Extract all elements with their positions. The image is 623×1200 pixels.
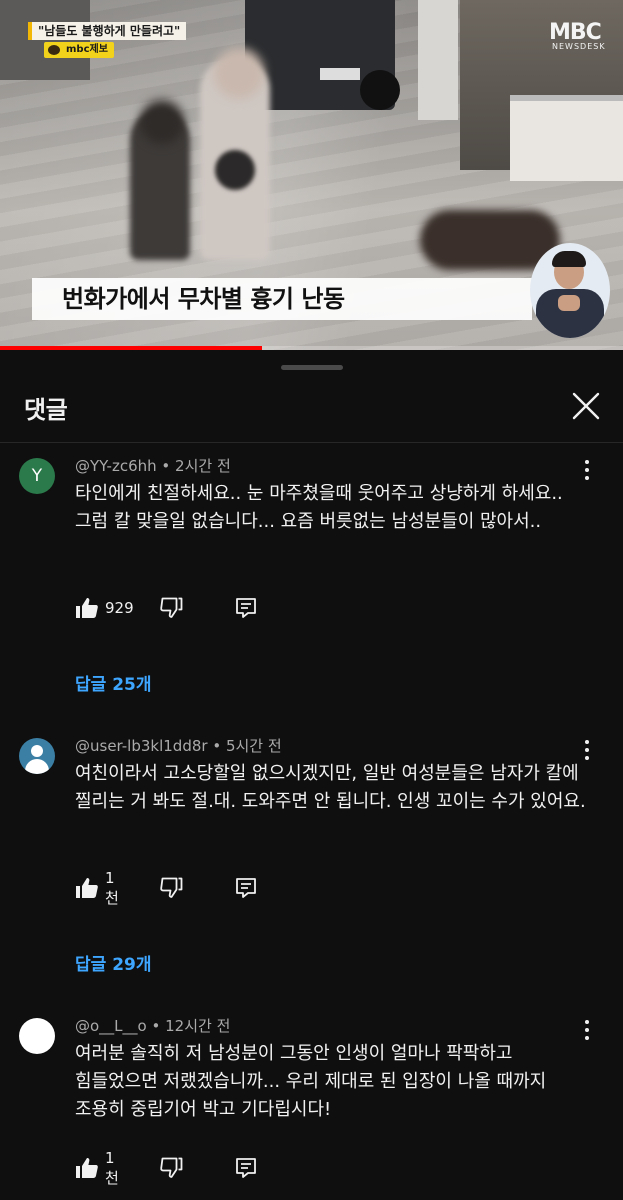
replies-link[interactable]: 답글 25개 (75, 670, 152, 695)
comment-author[interactable]: @user-lb3kl1dd8r (75, 737, 208, 755)
sign-language-interpreter (530, 243, 610, 338)
thumbs-down-icon (159, 877, 183, 899)
tip-badge: mbc제보 (44, 42, 114, 58)
default-avatar-body (25, 759, 49, 774)
dislike-button[interactable] (159, 596, 183, 620)
video-scene-building (0, 0, 90, 80)
like-button[interactable]: 1천 (75, 869, 119, 907)
comment-meta: @YY-zc6hh • 2시간 전 (75, 455, 231, 476)
reply-comment-icon[interactable] (235, 596, 257, 620)
drag-handle[interactable] (281, 365, 343, 370)
like-count: 929 (105, 599, 134, 617)
comment-text: 여친이라서 고소당할일 없으시겠지만, 일반 여성분들은 남자가 칼에 찔리는 … (75, 763, 586, 812)
thumbs-down-icon (159, 597, 183, 619)
signer-hair (552, 251, 586, 267)
video-scene-bag (215, 150, 255, 190)
video-scene-pole (418, 0, 458, 120)
mbc-logo-sub: NEWSDESK (552, 42, 606, 51)
like-button[interactable]: 929 (75, 596, 134, 620)
video-player[interactable]: "남들도 불행하게 만들려고" mbc제보 MBC NEWSDESK 번화가에서… (0, 0, 623, 350)
comment-author[interactable]: @YY-zc6hh (75, 457, 157, 475)
meta-separator: • (207, 737, 226, 755)
video-scene-blur (140, 100, 184, 144)
comment-time: 2시간 전 (175, 457, 231, 475)
close-icon[interactable] (568, 388, 604, 424)
comment-meta: @o__L__o • 12시간 전 (75, 1015, 230, 1036)
reply-comment-icon[interactable] (235, 876, 257, 900)
reply-comment-icon[interactable] (235, 1156, 257, 1180)
video-caption-top: "남들도 불행하게 만들려고" (28, 22, 187, 40)
meta-separator: • (146, 1017, 166, 1035)
avatar[interactable]: Y (19, 458, 55, 494)
avatar[interactable] (19, 1018, 55, 1054)
sheet-divider (0, 442, 623, 443)
chat-bubble-icon (48, 45, 60, 55)
like-count: 1천 (105, 1148, 119, 1187)
thumbs-up-icon (75, 877, 99, 899)
like-button[interactable]: 1천 (75, 1149, 119, 1187)
video-scene-blur (214, 48, 264, 98)
avatar[interactable] (19, 738, 55, 774)
comment-author[interactable]: @o__L__o (75, 1017, 147, 1035)
comments-sheet: 댓글 Y @YY-zc6hh • 2시간 전 타인에게 친절하세요.. 눈 마주… (0, 350, 623, 1200)
dislike-button[interactable] (159, 1156, 183, 1180)
thumbs-up-icon (75, 1157, 99, 1179)
thumbs-up-icon (75, 597, 99, 619)
meta-separator: • (156, 457, 176, 475)
signer-hand (558, 295, 580, 311)
like-count: 1천 (105, 868, 119, 907)
thumbs-down-icon (159, 1157, 183, 1179)
video-scene-wheel (360, 70, 400, 110)
tip-badge-label: mbc제보 (66, 44, 108, 55)
default-avatar-head (31, 745, 43, 757)
comment-text: 타인에게 친절하세요.. 눈 마주쳤을때 웃어주고 상냥하게 하세요.. 그럼 … (75, 483, 563, 532)
video-scene-plate (320, 68, 360, 80)
video-headline: 번화가에서 무차별 흉기 난동 (32, 278, 532, 320)
replies-link[interactable]: 답글 29개 (75, 950, 152, 975)
video-scene-fridge (510, 95, 623, 181)
comment-time: 5시간 전 (225, 737, 282, 755)
comment-time: 12시간 전 (165, 1017, 231, 1035)
sheet-title: 댓글 (24, 396, 68, 424)
dislike-button[interactable] (159, 876, 183, 900)
comment-meta: @user-lb3kl1dd8r • 5시간 전 (75, 735, 282, 756)
comment-text: 여러분 솔직히 저 남성분이 그동안 인생이 얼마나 팍팍하고 힘들었으면 저랬… (75, 1043, 547, 1120)
